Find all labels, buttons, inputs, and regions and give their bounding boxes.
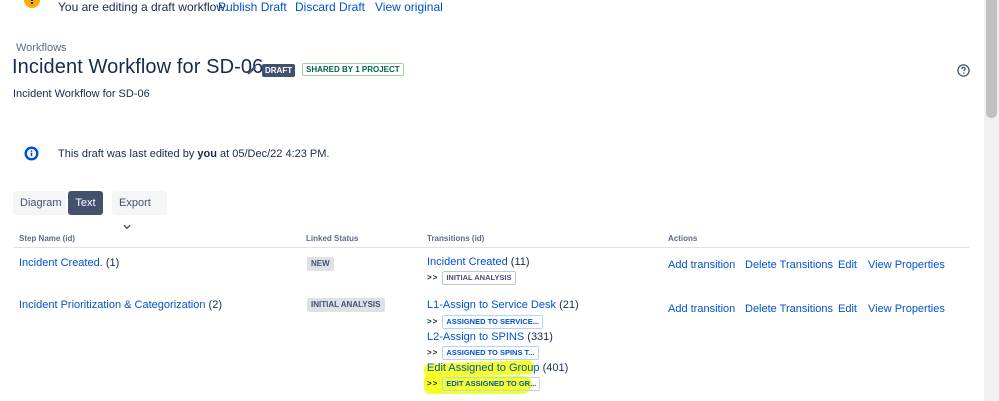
transition-target: >> INITIAL ANALYSIS xyxy=(427,271,516,285)
header-divider xyxy=(13,247,969,248)
discard-draft-link[interactable]: Discard Draft xyxy=(295,0,365,14)
last-edited-user: you xyxy=(197,148,217,160)
export-dropdown-button[interactable]: Export xyxy=(112,191,167,230)
table-row-step: Incident Prioritization & Categorization… xyxy=(19,299,222,311)
last-edited-message: This draft was last edited by you at 05/… xyxy=(58,148,330,160)
help-icon[interactable] xyxy=(957,64,970,77)
edit-step-link[interactable]: Edit xyxy=(838,303,857,315)
transition-item: Incident Created (11) xyxy=(427,256,530,268)
column-header-transitions: Transitions (id) xyxy=(427,234,485,243)
transition-target: >> ASSIGNED TO SERVICE... xyxy=(427,315,544,329)
scrollbar-thumb[interactable] xyxy=(986,0,997,118)
edit-pencil-icon[interactable] xyxy=(246,64,258,76)
diagram-view-button[interactable]: Diagram xyxy=(13,191,66,215)
add-transition-link[interactable]: Add transition xyxy=(668,259,735,271)
step-id: (2) xyxy=(208,299,222,311)
arrow-label: >> xyxy=(427,379,439,389)
draft-lozenge: DRAFT xyxy=(262,64,296,77)
transition-id: (331) xyxy=(527,331,553,343)
target-status-lozenge[interactable]: ASSIGNED TO SERVICE... xyxy=(442,315,544,329)
transition-link[interactable]: L1-Assign to Service Desk xyxy=(427,299,556,311)
transition-link[interactable]: Incident Created xyxy=(427,256,508,268)
breadcrumb-workflows[interactable]: Workflows xyxy=(16,42,67,54)
shared-by-projects-lozenge[interactable]: SHARED BY 1 PROJECT xyxy=(302,63,404,76)
column-header-step-name: Step Name (id) xyxy=(19,234,76,243)
transition-id: (21) xyxy=(559,299,579,311)
info-icon xyxy=(24,146,39,161)
linked-status-lozenge: NEW xyxy=(307,257,334,271)
column-header-linked-status: Linked Status xyxy=(306,234,359,243)
chevron-down-icon xyxy=(123,224,131,230)
target-status-lozenge: INITIAL ANALYSIS xyxy=(442,271,516,285)
transition-id: (401) xyxy=(542,362,569,374)
view-properties-link[interactable]: View Properties xyxy=(868,259,945,271)
linked-status-lozenge: INITIAL ANALYSIS xyxy=(307,298,385,312)
view-original-link[interactable]: View original xyxy=(375,0,443,14)
text-view-button[interactable]: Text xyxy=(68,191,103,215)
step-name-link[interactable]: Incident Prioritization & Categorization xyxy=(19,299,205,311)
arrow-label: >> xyxy=(427,273,439,283)
edit-step-link[interactable]: Edit xyxy=(838,259,857,271)
arrow-label: >> xyxy=(427,317,439,327)
transition-target: >> ASSIGNED TO SPINS T... xyxy=(427,346,539,360)
step-id: (1) xyxy=(105,257,120,269)
view-properties-link[interactable]: View Properties xyxy=(868,303,945,315)
draft-banner-message: You are editing a draft workflow. xyxy=(58,0,228,14)
step-name-link[interactable]: Incident Created. xyxy=(19,257,103,269)
target-status-lozenge[interactable]: EDIT ASSIGNED TO GR... xyxy=(442,377,541,391)
transition-target: >> EDIT ASSIGNED TO GR... xyxy=(427,377,541,391)
page-scrollbar[interactable] xyxy=(984,0,999,401)
transition-link[interactable]: Edit Assigned to Group xyxy=(427,362,540,374)
delete-transitions-link[interactable]: Delete Transitions xyxy=(745,259,833,271)
column-header-actions: Actions xyxy=(668,234,698,243)
add-transition-link[interactable]: Add transition xyxy=(668,303,735,315)
workflow-description: Incident Workflow for SD-06 xyxy=(13,88,150,100)
draft-banner: You are editing a draft workflow. Publis… xyxy=(0,0,984,16)
publish-draft-link[interactable]: Publish Draft xyxy=(218,0,287,14)
transition-item: L1-Assign to Service Desk (21) xyxy=(427,299,579,311)
arrow-label: >> xyxy=(427,348,439,358)
transition-link[interactable]: L2-Assign to SPINS xyxy=(427,331,524,343)
transition-item: Edit Assigned to Group (401) xyxy=(427,362,568,374)
delete-transitions-link[interactable]: Delete Transitions xyxy=(745,303,833,315)
transition-item: L2-Assign to SPINS (331) xyxy=(427,331,553,343)
table-row-step: Incident Created. (1) xyxy=(19,257,119,269)
page-title: Incident Workflow for SD-06 xyxy=(12,56,264,78)
warning-icon xyxy=(24,0,40,8)
target-status-lozenge[interactable]: ASSIGNED TO SPINS T... xyxy=(442,346,539,360)
transition-id: (11) xyxy=(510,256,530,268)
